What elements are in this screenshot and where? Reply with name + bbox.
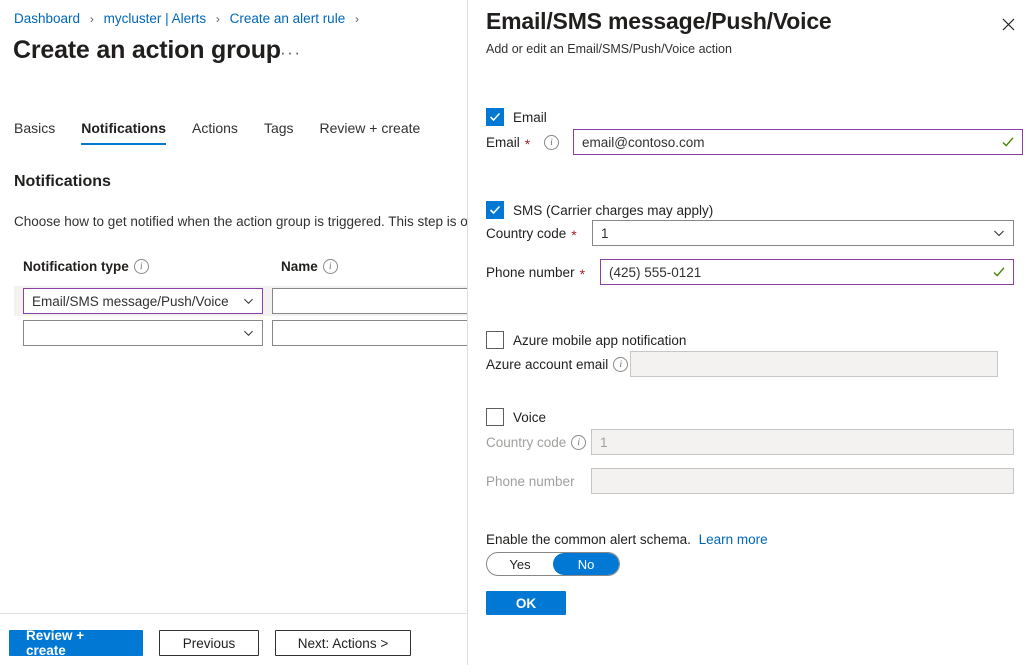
previous-button[interactable]: Previous bbox=[159, 630, 259, 656]
voice-country-code-row: Country code i 1 bbox=[486, 429, 1014, 455]
close-icon[interactable] bbox=[994, 10, 1022, 38]
checkbox-icon[interactable] bbox=[486, 201, 504, 219]
common-alert-schema-toggle[interactable]: Yes No bbox=[486, 552, 620, 576]
email-input[interactable]: email@contoso.com bbox=[573, 129, 1023, 155]
chevron-down-icon bbox=[243, 296, 254, 307]
common-alert-schema-text: Enable the common alert schema. bbox=[486, 532, 691, 547]
email-label-text: Email bbox=[486, 135, 520, 150]
review-create-button[interactable]: Review + create bbox=[9, 630, 143, 656]
notification-type-value: Email/SMS message/Push/Voice bbox=[32, 294, 229, 309]
sms-country-code-value: 1 bbox=[601, 226, 609, 241]
valid-check-icon bbox=[1002, 136, 1014, 148]
azure-app-checkbox-row[interactable]: Azure mobile app notification bbox=[486, 331, 686, 349]
sms-phone-row: Phone number * (425) 555-0121 bbox=[486, 259, 1014, 285]
sms-country-code-label: Country code * bbox=[486, 226, 592, 241]
voice-checkbox-row[interactable]: Voice bbox=[486, 408, 546, 426]
voice-country-code-label: Country code i bbox=[486, 435, 591, 450]
sms-checkbox-label: SMS (Carrier charges may apply) bbox=[513, 203, 713, 218]
column-header-notification-type: Notification type i bbox=[23, 259, 149, 274]
info-icon[interactable]: i bbox=[613, 357, 628, 372]
section-description: Choose how to get notified when the acti… bbox=[14, 214, 467, 229]
chevron-down-icon bbox=[993, 227, 1005, 239]
notification-name-input[interactable] bbox=[272, 288, 467, 314]
chevron-down-icon bbox=[243, 328, 254, 339]
page-title: Create an action group bbox=[13, 36, 281, 65]
notification-row bbox=[14, 318, 467, 348]
breadcrumb-separator: › bbox=[216, 12, 220, 26]
breadcrumb-separator: › bbox=[355, 12, 359, 26]
email-field-row: Email * i email@contoso.com bbox=[486, 129, 1023, 155]
column-header-label: Name bbox=[281, 259, 318, 274]
more-options-icon[interactable]: ··· bbox=[280, 46, 301, 60]
email-field-label: Email * bbox=[486, 135, 544, 150]
breadcrumb-item-mycluster-alerts[interactable]: mycluster | Alerts bbox=[104, 11, 207, 26]
sms-phone-label: Phone number * bbox=[486, 265, 600, 280]
tab-actions[interactable]: Actions bbox=[192, 120, 238, 145]
notification-row: Email/SMS message/Push/Voice bbox=[14, 286, 467, 316]
voice-phone-input bbox=[591, 468, 1014, 494]
breadcrumb-item-dashboard[interactable]: Dashboard bbox=[14, 11, 80, 26]
wizard-footer: Review + create Previous Next: Actions > bbox=[9, 630, 411, 656]
sms-phone-label-text: Phone number bbox=[486, 265, 575, 280]
next-actions-button[interactable]: Next: Actions > bbox=[275, 630, 411, 656]
notification-type-select[interactable] bbox=[23, 320, 263, 346]
column-header-name: Name i bbox=[281, 259, 338, 274]
azure-account-email-input bbox=[630, 351, 998, 377]
notification-name-input[interactable] bbox=[272, 320, 467, 346]
voice-country-code-input: 1 bbox=[591, 429, 1014, 455]
tab-bar: Basics Notifications Actions Tags Review… bbox=[14, 120, 420, 145]
info-icon[interactable]: i bbox=[323, 259, 338, 274]
panel-title: Email/SMS message/Push/Voice bbox=[486, 8, 832, 35]
required-marker: * bbox=[571, 230, 576, 240]
voice-phone-row: Phone number bbox=[486, 468, 1014, 494]
panel-subtitle: Add or edit an Email/SMS/Push/Voice acti… bbox=[486, 42, 732, 56]
column-header-label: Notification type bbox=[23, 259, 129, 274]
valid-check-icon bbox=[993, 266, 1005, 278]
common-alert-schema-label: Enable the common alert schema. Learn mo… bbox=[486, 532, 768, 547]
section-title-notifications: Notifications bbox=[14, 173, 111, 191]
tab-tags[interactable]: Tags bbox=[264, 120, 294, 145]
checkbox-icon[interactable] bbox=[486, 408, 504, 426]
azure-account-email-label: Azure account email i bbox=[486, 357, 630, 372]
sms-country-label-text: Country code bbox=[486, 226, 566, 241]
tab-notifications[interactable]: Notifications bbox=[81, 120, 166, 145]
voice-phone-label: Phone number bbox=[486, 474, 591, 489]
sms-phone-input[interactable]: (425) 555-0121 bbox=[600, 259, 1014, 285]
voice-checkbox-label: Voice bbox=[513, 410, 546, 425]
info-icon[interactable]: i bbox=[571, 435, 586, 450]
notification-type-select[interactable]: Email/SMS message/Push/Voice bbox=[23, 288, 263, 314]
toggle-option-yes[interactable]: Yes bbox=[487, 553, 553, 575]
email-checkbox-label: Email bbox=[513, 110, 547, 125]
breadcrumb: Dashboard › mycluster | Alerts › Create … bbox=[14, 10, 365, 28]
azure-account-label-text: Azure account email bbox=[486, 357, 608, 372]
tab-review-create[interactable]: Review + create bbox=[320, 120, 421, 145]
sms-country-code-select[interactable]: 1 bbox=[592, 220, 1014, 246]
breadcrumb-item-create-alert-rule[interactable]: Create an alert rule bbox=[230, 11, 346, 26]
toggle-option-no[interactable]: No bbox=[553, 553, 619, 575]
email-input-value: email@contoso.com bbox=[582, 135, 705, 150]
email-checkbox-row[interactable]: Email bbox=[486, 108, 547, 126]
sms-phone-value: (425) 555-0121 bbox=[609, 265, 701, 280]
required-marker: * bbox=[525, 139, 530, 149]
breadcrumb-separator: › bbox=[90, 12, 94, 26]
main-content-pane: Dashboard › mycluster | Alerts › Create … bbox=[0, 0, 467, 665]
info-icon[interactable]: i bbox=[134, 259, 149, 274]
checkbox-icon[interactable] bbox=[486, 331, 504, 349]
footer-divider bbox=[0, 613, 467, 614]
required-marker: * bbox=[580, 269, 585, 279]
tab-basics[interactable]: Basics bbox=[14, 120, 55, 145]
azure-app-checkbox-label: Azure mobile app notification bbox=[513, 333, 686, 348]
checkbox-icon[interactable] bbox=[486, 108, 504, 126]
azure-account-email-row: Azure account email i bbox=[486, 351, 998, 377]
voice-country-code-value: 1 bbox=[600, 435, 608, 450]
learn-more-link[interactable]: Learn more bbox=[699, 532, 768, 547]
voice-phone-label-text: Phone number bbox=[486, 474, 575, 489]
email-sms-push-voice-panel: Email/SMS message/Push/Voice Add or edit… bbox=[467, 0, 1027, 665]
voice-country-label-text: Country code bbox=[486, 435, 566, 450]
sms-checkbox-row[interactable]: SMS (Carrier charges may apply) bbox=[486, 201, 713, 219]
info-icon[interactable]: i bbox=[544, 135, 559, 150]
ok-button[interactable]: OK bbox=[486, 591, 566, 615]
sms-country-code-row: Country code * 1 bbox=[486, 220, 1014, 246]
